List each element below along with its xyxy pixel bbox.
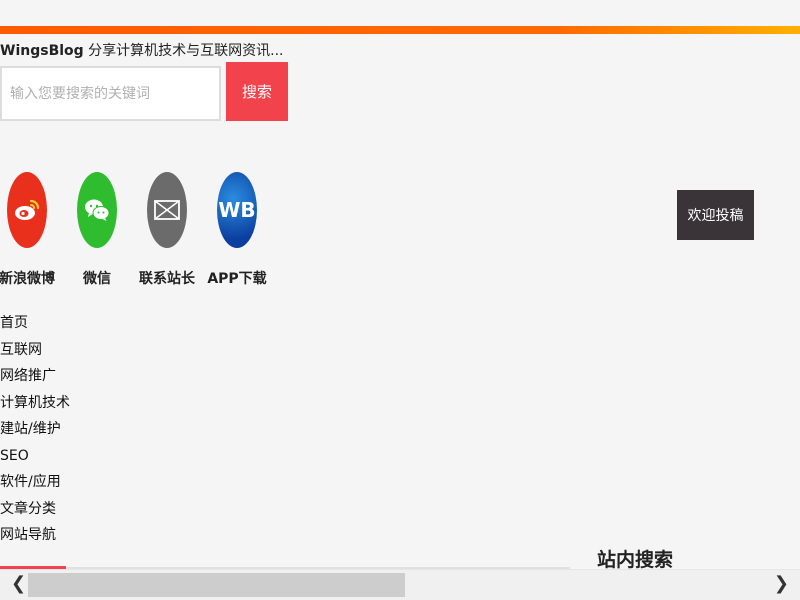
contribute-button[interactable]: 欢迎投稿	[677, 190, 754, 240]
scroll-left-icon[interactable]: ❮	[11, 573, 26, 594]
social-weibo[interactable]: 新浪微博	[0, 172, 62, 288]
site-tagline: 分享计算机技术与互联网资讯...	[83, 43, 284, 59]
weibo-icon	[7, 172, 47, 248]
nav-item-internet[interactable]: 互联网	[0, 337, 70, 364]
social-app[interactable]: WB APP下载	[202, 172, 272, 288]
scrollbar-thumb[interactable]	[28, 573, 405, 597]
social-contact-label: 联系站长	[139, 271, 195, 287]
nav-item-software[interactable]: 软件/应用	[0, 469, 70, 496]
search-button[interactable]: 搜索	[226, 62, 288, 121]
wechat-icon	[77, 172, 117, 248]
social-wechat-label: 微信	[83, 271, 111, 287]
mail-icon	[147, 172, 187, 248]
social-app-label: APP下载	[207, 271, 267, 287]
site-title: WingsBlog 分享计算机技术与互联网资讯...	[0, 40, 283, 60]
social-contact[interactable]: 联系站长	[132, 172, 202, 288]
top-accent-bar	[0, 26, 800, 34]
main-nav: 首页 互联网 网络推广 计算机技术 建站/维护 SEO 软件/应用 文章分类 网…	[0, 310, 70, 549]
app-icon: WB	[217, 172, 257, 248]
horizontal-scrollbar[interactable]: ❮ ❯	[0, 569, 800, 600]
nav-item-site-maintenance[interactable]: 建站/维护	[0, 416, 70, 443]
scroll-right-icon[interactable]: ❯	[774, 573, 789, 594]
nav-item-home[interactable]: 首页	[0, 310, 70, 337]
nav-item-site-nav[interactable]: 网站导航	[0, 522, 70, 549]
social-weibo-label: 新浪微博	[0, 271, 55, 287]
nav-item-marketing[interactable]: 网络推广	[0, 363, 70, 390]
social-wechat[interactable]: 微信	[62, 172, 132, 288]
nav-item-seo[interactable]: SEO	[0, 443, 70, 470]
site-brand[interactable]: WingsBlog	[0, 43, 84, 59]
search-input[interactable]	[0, 66, 221, 121]
nav-item-computer-tech[interactable]: 计算机技术	[0, 390, 70, 417]
nav-item-categories[interactable]: 文章分类	[0, 496, 70, 523]
site-search-heading: 站内搜索	[597, 549, 674, 571]
